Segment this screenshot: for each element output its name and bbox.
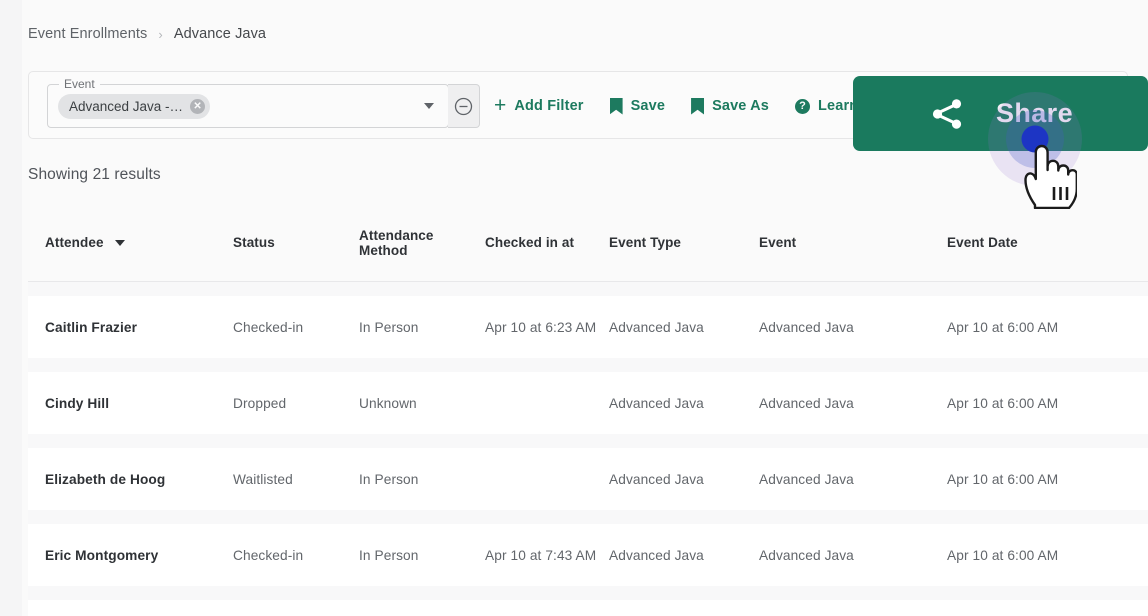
cell-attendee: Cindy Hill xyxy=(45,395,110,411)
cell-status: Waitlisted xyxy=(233,471,293,487)
event-filter-label: Event xyxy=(59,77,100,91)
event-filter-chip[interactable]: Advanced Java -… ✕ xyxy=(58,94,211,119)
column-header-attendance-method[interactable]: Attendance Method xyxy=(359,228,485,258)
row-divider xyxy=(28,358,1148,372)
enrollments-table: Attendee Status Attendance Method Checke… xyxy=(28,204,1148,616)
event-filter-chip-label: Advanced Java -… xyxy=(69,99,184,114)
cell-event: Advanced Java xyxy=(759,395,854,411)
cell-attendee: Elizabeth de Hoog xyxy=(45,471,166,487)
column-header-checked-in-at[interactable]: Checked in at xyxy=(485,235,609,250)
column-header-attendee[interactable]: Attendee xyxy=(28,235,233,250)
event-enrollments-page: Event Enrollments › Advance Java Event A… xyxy=(0,0,1148,616)
add-filter-label: Add Filter xyxy=(514,98,584,114)
share-nodes-icon xyxy=(932,98,962,129)
breadcrumb-current-advance-java: Advance Java xyxy=(173,26,267,42)
cell-attendee: Eric Montgomery xyxy=(45,547,159,563)
results-count: Showing 21 results xyxy=(28,166,161,183)
add-filter-button[interactable]: + Add Filter xyxy=(494,94,584,117)
cell-status: Checked-in xyxy=(233,547,304,563)
cell-event: Advanced Java xyxy=(759,547,854,563)
event-filter-field[interactable]: Event Advanced Java -… ✕ xyxy=(47,77,449,128)
cell-event-type: Advanced Java xyxy=(609,395,704,411)
plus-icon: + xyxy=(494,94,507,117)
cell-event: Advanced Java xyxy=(759,319,854,335)
table-row[interactable]: Caitlin Frazier Checked-in In Person Apr… xyxy=(28,296,1148,358)
save-as-label: Save As xyxy=(712,98,770,114)
cell-event-type: Advanced Java xyxy=(609,547,704,563)
cell-status: Checked-in xyxy=(233,319,304,335)
chevron-down-icon xyxy=(114,239,125,246)
cell-event-type: Advanced Java xyxy=(609,319,704,335)
cell-checked-in-at: Apr 10 at 7:43 AM xyxy=(485,547,597,563)
row-divider xyxy=(28,434,1148,448)
cell-attendance-method: Unknown xyxy=(359,395,417,411)
cell-attendee: Caitlin Frazier xyxy=(45,319,138,335)
table-row[interactable] xyxy=(28,600,1148,616)
cell-event-date: Apr 10 at 6:00 AM xyxy=(947,471,1059,487)
column-header-status[interactable]: Status xyxy=(233,235,359,250)
cell-status: Dropped xyxy=(233,395,287,411)
remove-filter-button[interactable] xyxy=(448,84,480,128)
minus-circle-icon xyxy=(454,97,473,115)
table-body: Caitlin Frazier Checked-in In Person Apr… xyxy=(28,282,1148,616)
table-row[interactable]: Eric Montgomery Checked-in In Person Apr… xyxy=(28,524,1148,586)
save-label: Save xyxy=(630,98,666,114)
cell-checked-in-at: Apr 10 at 6:23 AM xyxy=(485,319,597,335)
row-divider xyxy=(28,586,1148,600)
filter-action-buttons: + Add Filter Save Save As ? Learn more xyxy=(494,72,899,140)
chevron-right-icon: › xyxy=(158,26,163,42)
share-button-label: Share xyxy=(995,98,1074,128)
close-circle-icon[interactable]: ✕ xyxy=(190,99,206,114)
table-row[interactable]: Cindy Hill Dropped Unknown Advanced Java… xyxy=(28,372,1148,434)
cell-event-date: Apr 10 at 6:00 AM xyxy=(947,547,1059,563)
column-header-event[interactable]: Event xyxy=(759,235,947,250)
help-circle-icon: ? xyxy=(795,98,811,114)
breadcrumb: Event Enrollments › Advance Java xyxy=(28,26,266,42)
breadcrumb-link-event-enrollments[interactable]: Event Enrollments xyxy=(28,26,147,42)
row-divider xyxy=(28,282,1148,296)
save-button[interactable]: Save xyxy=(609,97,666,115)
column-header-event-type[interactable]: Event Type xyxy=(609,235,759,250)
bookmark-icon xyxy=(691,97,705,115)
chevron-down-icon[interactable] xyxy=(424,103,434,109)
bookmark-icon xyxy=(609,97,623,115)
table-header-row: Attendee Status Attendance Method Checke… xyxy=(28,204,1148,282)
cell-event: Advanced Java xyxy=(759,471,854,487)
column-header-event-date[interactable]: Event Date xyxy=(947,235,1147,250)
cell-attendance-method: In Person xyxy=(359,547,419,563)
cell-attendance-method: In Person xyxy=(359,319,419,335)
cell-event-date: Apr 10 at 6:00 AM xyxy=(947,319,1059,335)
left-gutter xyxy=(0,0,22,616)
cell-event-type: Advanced Java xyxy=(609,471,704,487)
column-header-attendee-label: Attendee xyxy=(45,235,104,250)
share-button[interactable]: Share xyxy=(853,76,1148,151)
cell-event-date: Apr 10 at 6:00 AM xyxy=(947,395,1059,411)
row-divider xyxy=(28,510,1148,524)
save-as-button[interactable]: Save As xyxy=(691,97,770,115)
table-row[interactable]: Elizabeth de Hoog Waitlisted In Person A… xyxy=(28,448,1148,510)
cell-attendance-method: In Person xyxy=(359,471,419,487)
